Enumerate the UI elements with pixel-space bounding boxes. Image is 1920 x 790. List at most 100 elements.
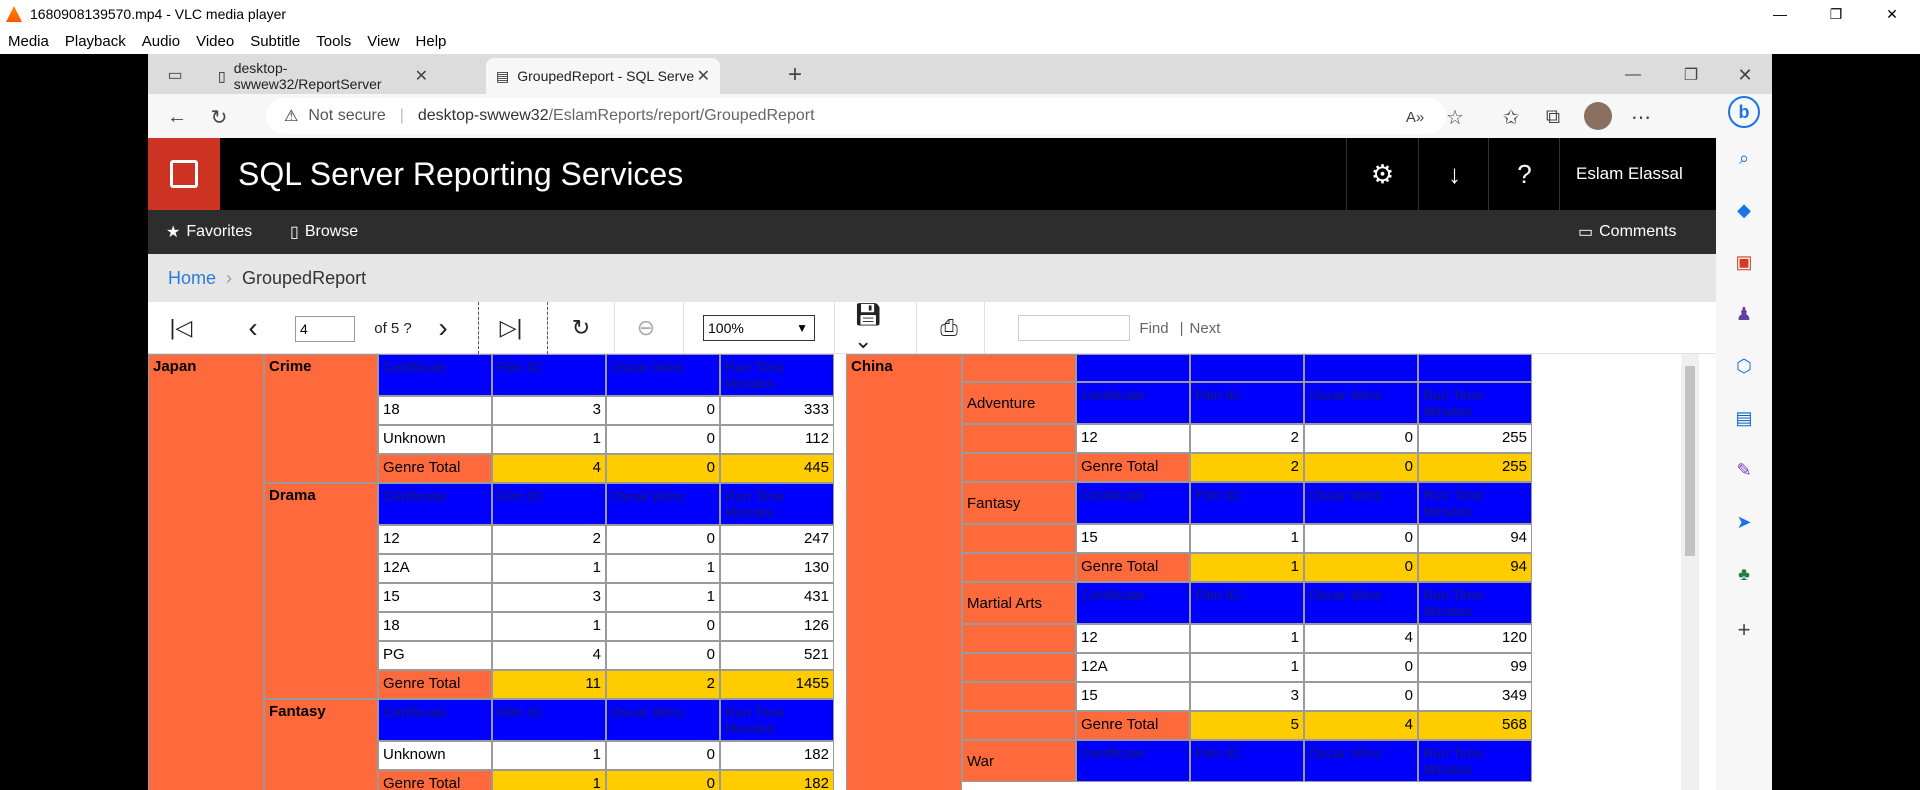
genre-total-value: 2 — [1190, 453, 1304, 482]
value-cell: 0 — [1304, 424, 1418, 453]
outlook-icon[interactable]: ▤ — [1732, 406, 1756, 430]
close-button[interactable]: ✕ — [1864, 0, 1920, 28]
find-link[interactable]: Find — [1134, 310, 1174, 346]
value-cell: 112 — [720, 425, 834, 454]
tab-close-icon[interactable]: ✕ — [415, 66, 428, 86]
column-header: Certificate — [1076, 482, 1190, 524]
genre-total-label: Genre Total — [378, 454, 492, 483]
profile-avatar[interactable] — [1584, 102, 1612, 130]
favorites-icon[interactable]: ✩ — [1498, 104, 1524, 130]
tab-groupedreport[interactable]: ▤ GroupedReport - SQL Server 201 ✕ — [486, 58, 720, 94]
value-cell: 0 — [606, 425, 720, 454]
report-scrollbar[interactable] — [1681, 354, 1699, 790]
close-icon[interactable]: ✕ — [1732, 62, 1758, 88]
value-cell: 0 — [1304, 524, 1418, 553]
tab-label: GroupedReport - SQL Server 201 — [517, 68, 696, 84]
last-page-icon[interactable]: ▷| — [498, 310, 524, 346]
menu-playback[interactable]: Playback — [57, 33, 134, 50]
genre-total-value: 1 — [492, 770, 606, 790]
menu-video[interactable]: Video — [188, 33, 242, 50]
zoom-select[interactable]: 100% ▼ — [703, 315, 815, 341]
value-cell: 255 — [1418, 424, 1532, 453]
back-icon[interactable]: ← — [164, 104, 190, 130]
genre-name: Adventure — [962, 382, 1076, 424]
download-icon[interactable]: ↓ — [1418, 138, 1490, 210]
help-icon[interactable]: ? — [1488, 138, 1560, 210]
new-tab-icon[interactable]: + — [782, 61, 808, 88]
refresh-report-icon[interactable]: ↻ — [568, 310, 594, 346]
page-count: of 5 ? — [374, 319, 412, 337]
column-header: Oscar Wins — [1304, 582, 1418, 624]
previous-page-icon[interactable]: ‹ — [240, 310, 266, 346]
column-header: Film ID — [1190, 482, 1304, 524]
restore-icon[interactable]: ❐ — [1678, 62, 1704, 88]
genre-name: Crime — [264, 354, 378, 483]
menu-audio[interactable]: Audio — [134, 33, 188, 50]
read-aloud-icon[interactable]: A» — [1402, 104, 1428, 130]
minimize-button[interactable]: — — [1752, 0, 1808, 28]
send-icon[interactable]: ➤ — [1732, 510, 1756, 534]
value-cell: 1 — [1190, 524, 1304, 553]
menu-media[interactable]: Media — [0, 33, 57, 50]
tab-close-icon[interactable]: ✕ — [697, 66, 710, 86]
maximize-button[interactable]: ❐ — [1808, 0, 1864, 28]
value-cell: 3 — [1190, 682, 1304, 711]
print-icon[interactable]: ⎙ — [936, 310, 962, 346]
value-cell: 99 — [1418, 653, 1532, 682]
back-to-parent-icon[interactable]: ⊖ — [633, 310, 659, 346]
settings-gear-icon[interactable]: ⚙ — [1346, 138, 1418, 210]
value-cell: 0 — [606, 396, 720, 425]
chevron-down-icon: ▼ — [796, 321, 808, 335]
genre-cell-filler — [962, 653, 1076, 682]
add-icon[interactable]: + — [1732, 617, 1756, 642]
genre-total-value: 4 — [492, 454, 606, 483]
value-cell: 333 — [720, 396, 834, 425]
scroll-thumb[interactable] — [1685, 366, 1695, 556]
favorites-link[interactable]: ★ Favorites — [166, 222, 252, 242]
genre-name: War — [962, 740, 1076, 782]
office-icon[interactable]: ⬡ — [1732, 354, 1756, 378]
tab-label: desktop-swwew32/ReportServer — [233, 60, 382, 92]
tab-reportserver[interactable]: ▯ desktop-swwew32/ReportServer ✕ — [208, 58, 438, 94]
browse-label: Browse — [304, 223, 359, 240]
games-icon[interactable]: ♟ — [1732, 302, 1756, 326]
first-page-icon[interactable]: |◁ — [168, 310, 194, 346]
genre-cell-filler — [962, 711, 1076, 740]
value-cell: 1 — [1190, 653, 1304, 682]
genre-total-value: 11 — [492, 670, 606, 699]
next-link[interactable]: | Next — [1176, 310, 1224, 346]
shopping-tag-icon[interactable]: ◆ — [1732, 198, 1756, 222]
tree-icon[interactable]: ♣ — [1732, 562, 1756, 586]
genre-total-label: Genre Total — [1076, 453, 1190, 482]
menu-subtitle[interactable]: Subtitle — [242, 33, 308, 50]
tab-actions-icon[interactable]: ▭ — [164, 64, 186, 86]
menu-view[interactable]: View — [359, 33, 407, 50]
designer-icon[interactable]: ✎ — [1732, 458, 1756, 482]
breadcrumb-home[interactable]: Home — [168, 268, 216, 289]
value-cell: 1 — [606, 554, 720, 583]
menu-help[interactable]: Help — [408, 33, 455, 50]
bing-icon[interactable]: b — [1728, 96, 1760, 128]
favorite-add-icon[interactable]: ☆ — [1442, 104, 1468, 130]
refresh-icon[interactable]: ↻ — [206, 104, 232, 130]
page-number-input[interactable] — [295, 316, 355, 342]
value-cell: 3 — [492, 583, 606, 612]
ssrs-header: SQL Server Reporting Services ⚙ ↓ ? Esla… — [148, 138, 1716, 210]
comments-button[interactable]: ▭ Comments — [1578, 222, 1676, 242]
genre-total-value: 1455 — [720, 670, 834, 699]
minimize-icon[interactable]: — — [1620, 62, 1646, 88]
next-page-icon[interactable]: › — [430, 310, 456, 346]
ssrs-logo[interactable] — [148, 138, 220, 210]
user-menu[interactable]: Eslam Elassal — [1559, 138, 1716, 210]
url-field[interactable]: ⚠ Not secure | desktop-swwew32 /EslamRep… — [266, 98, 1446, 134]
genre-name: Fantasy — [264, 699, 378, 790]
find-input[interactable] — [1018, 315, 1130, 341]
export-save-icon[interactable]: 💾︎⌄ — [854, 302, 900, 353]
collections-icon[interactable]: ⧉ — [1540, 104, 1566, 130]
menu-tools[interactable]: Tools — [308, 33, 359, 50]
tools-icon[interactable]: ▣ — [1732, 250, 1756, 274]
search-icon[interactable]: ⌕ — [1732, 146, 1756, 170]
more-icon[interactable]: ⋯ — [1628, 104, 1654, 130]
browse-link[interactable]: ▯ Browse — [290, 222, 358, 242]
column-header: Run Time Minutes — [1418, 482, 1532, 524]
